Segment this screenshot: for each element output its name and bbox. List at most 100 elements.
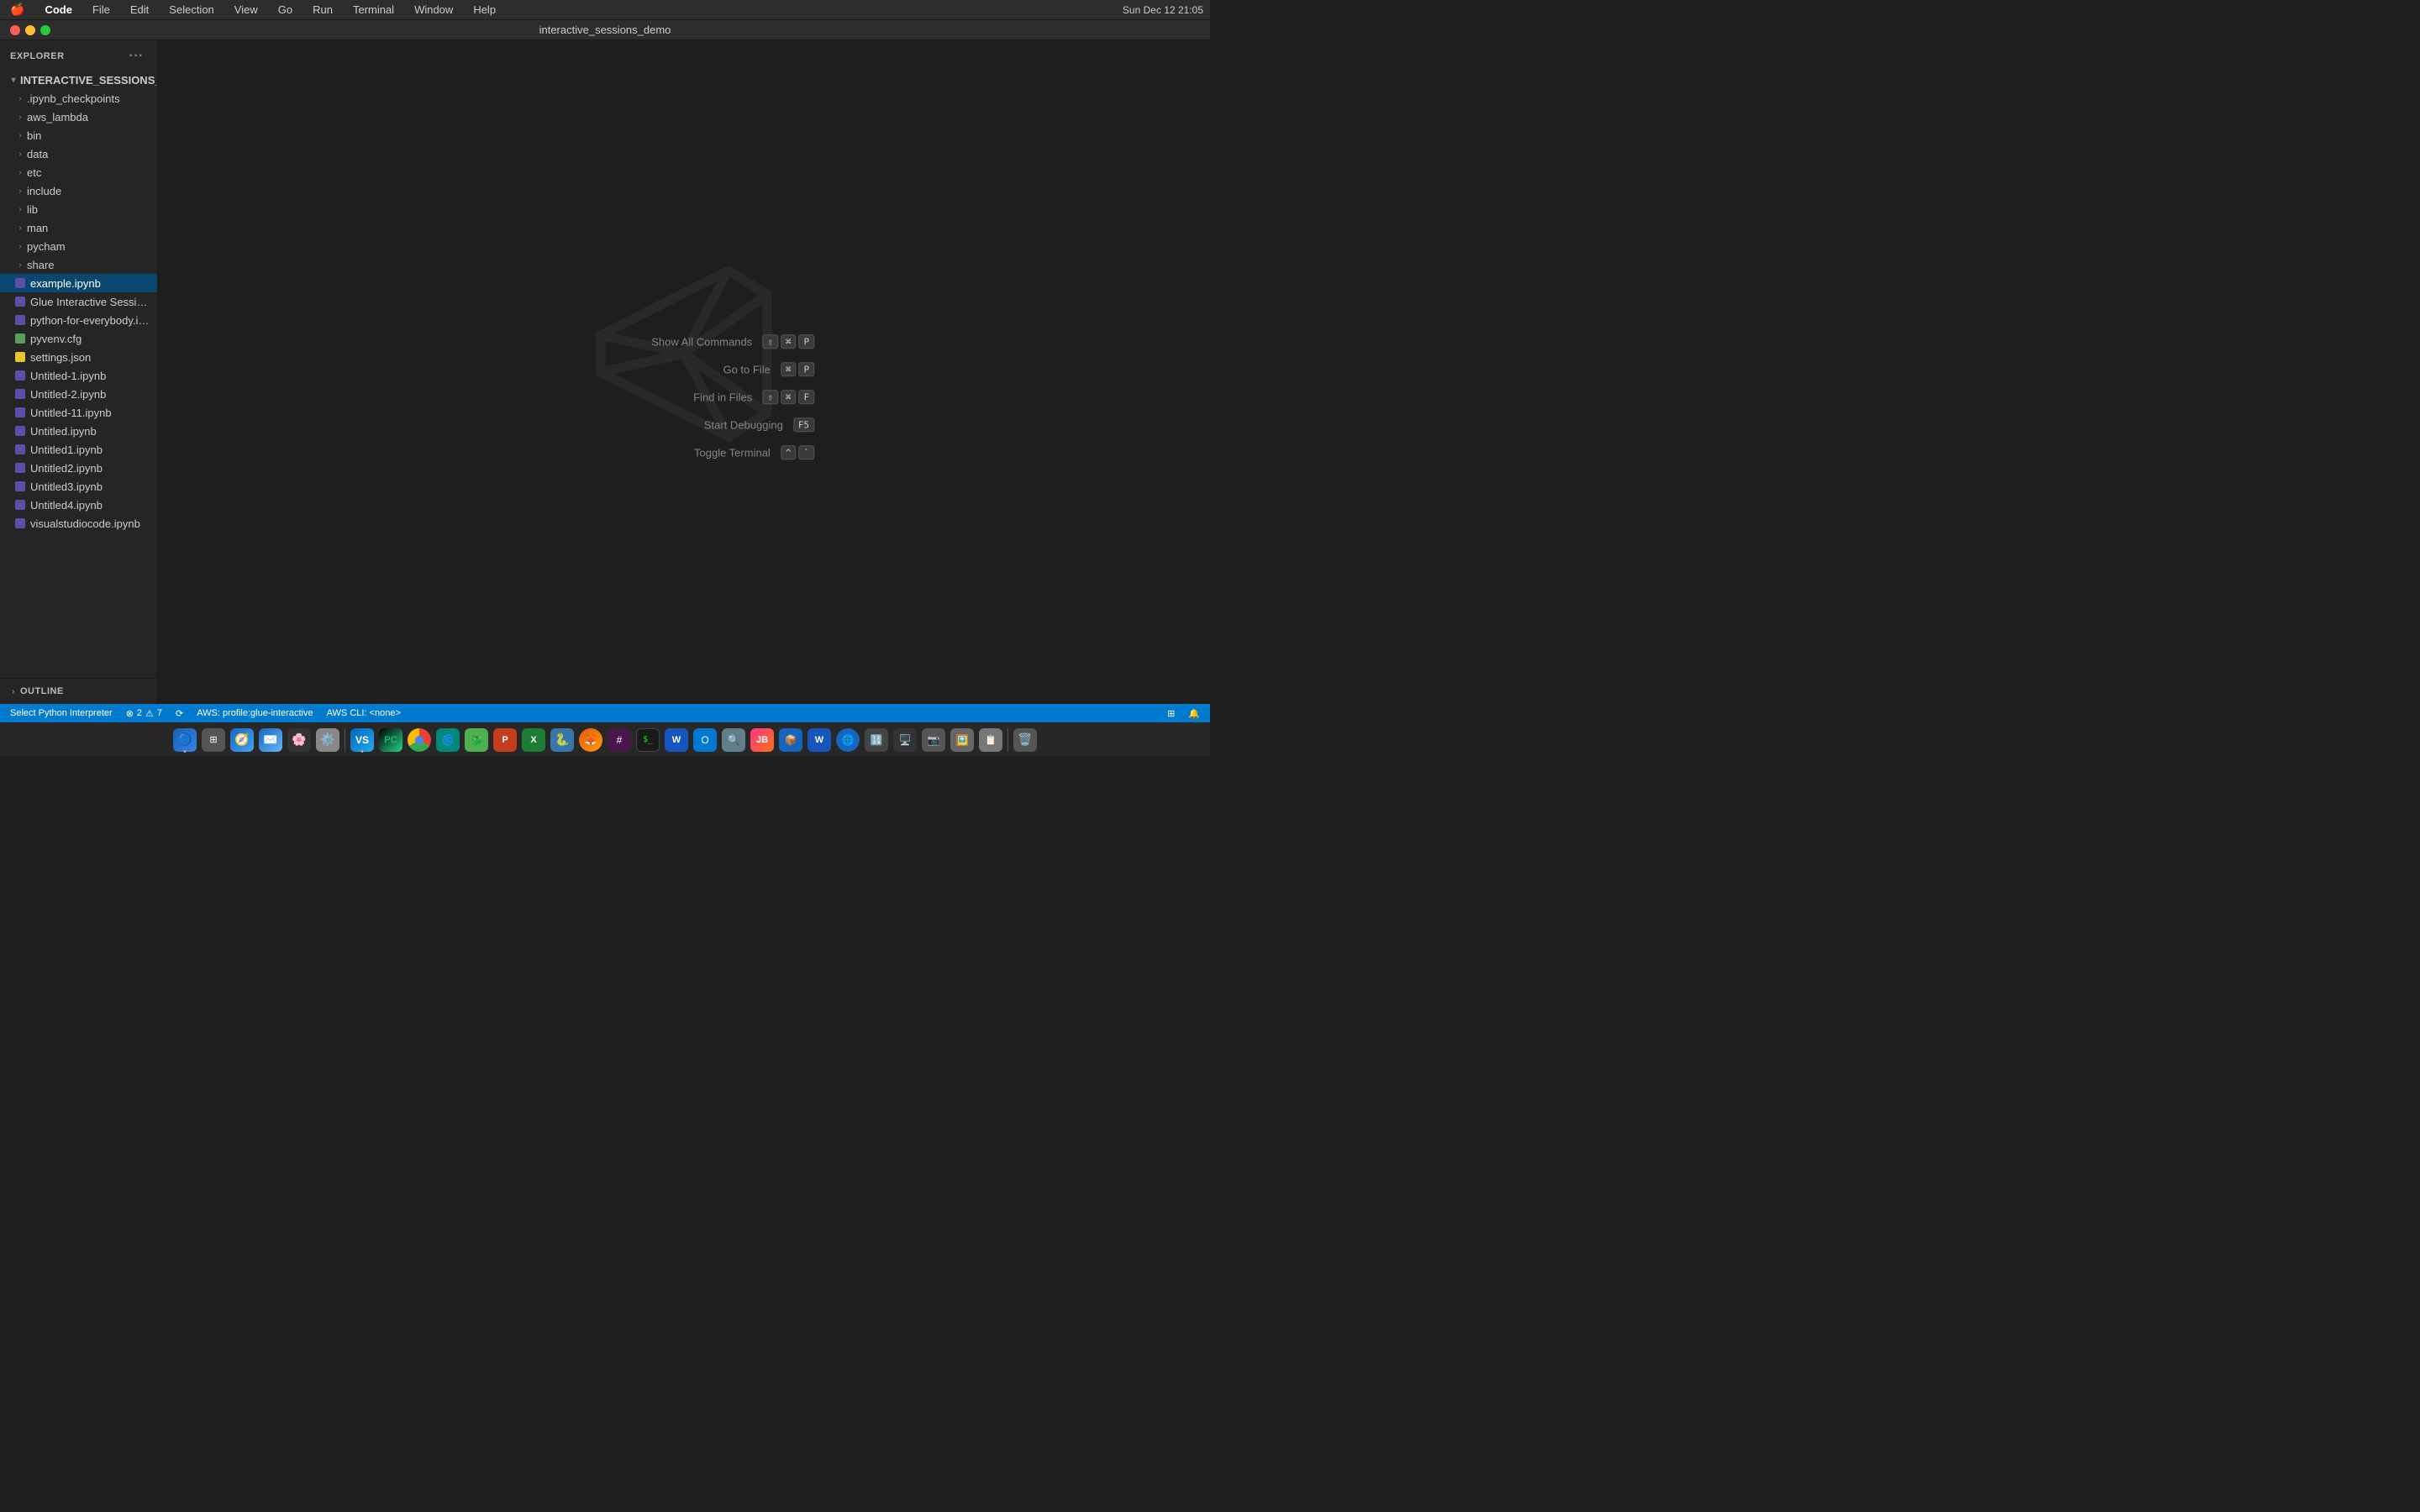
sidebar-item-etc[interactable]: › etc [0,163,157,181]
folder-label: lib [27,203,150,216]
kbd-p: P [798,334,814,349]
sidebar-item-untitled4[interactable]: Untitled4.ipynb [0,496,157,514]
sidebar-item-glue-session[interactable]: Glue Interactive Session.ipynb [0,292,157,311]
errors-status[interactable]: ⊗ 2 ⚠ 7 [123,708,166,719]
sidebar-item-untitled1[interactable]: Untitled1.ipynb [0,440,157,459]
menu-edit[interactable]: Edit [127,2,152,18]
file-label: Untitled1.ipynb [30,444,150,456]
dock-slack[interactable]: # [606,727,633,753]
sidebar-item-untitled-2[interactable]: Untitled-2.ipynb [0,385,157,403]
menu-run[interactable]: Run [309,2,336,18]
notebook-icon [13,498,27,512]
kbd-cmd: ⌘ [781,362,797,376]
kbd-shift: ⇧ [762,334,778,349]
dock-chrome[interactable] [406,727,433,753]
sidebar-item-man[interactable]: › man [0,218,157,237]
apple-menu[interactable]: 🍎 [7,1,28,18]
dock-screenshot[interactable]: 📷 [920,727,947,753]
dock-virtualbox[interactable]: 📦 [777,727,804,753]
sidebar-item-untitled-1[interactable]: Untitled-1.ipynb [0,366,157,385]
folder-label: pycham [27,240,150,253]
dock-mail[interactable]: ✉️ [257,727,284,753]
dock-system-prefs[interactable]: ⚙️ [314,727,341,753]
dock-python[interactable]: 🐍 [549,727,576,753]
sidebar-root-folder[interactable]: ▾ INTERACTIVE_SESSIONS_DEMO [0,71,157,89]
sidebar-item-include[interactable]: › include [0,181,157,200]
sidebar-item-untitled3[interactable]: Untitled3.ipynb [0,477,157,496]
file-label: Untitled2.ipynb [30,462,150,475]
dock-finder2[interactable]: 🔍 [720,727,747,753]
titlebar: interactive_sessions_demo [0,20,1210,40]
dock-safari[interactable]: 🧭 [229,727,255,753]
menu-help[interactable]: Help [470,2,499,18]
sidebar-item-ipynb-checkpoints[interactable]: › .ipynb_checkpoints [0,89,157,108]
bell-icon: 🔔 [1188,708,1200,719]
dock-calculator[interactable]: 🔢 [863,727,890,753]
remote-icon-status[interactable]: ⊞ [1164,708,1178,719]
sidebar-item-aws-lambda[interactable]: › aws_lambda [0,108,157,126]
remote-icon: ⊞ [1167,708,1175,719]
dock-trash[interactable]: 🗑️ [1012,727,1039,753]
kbd-group-find-files: ⇧ ⌘ F [762,390,814,404]
dock-powerpoint[interactable]: P [492,727,518,753]
dock-browser[interactable]: 🌐 [834,727,861,753]
sidebar-item-vscode[interactable]: visualstudiocode.ipynb [0,514,157,533]
sidebar-item-lib[interactable]: › lib [0,200,157,218]
dock-clipboard[interactable]: 📋 [977,727,1004,753]
notebook-icon [13,295,27,308]
menu-selection[interactable]: Selection [166,2,217,18]
dock-excel[interactable]: X [520,727,547,753]
maximize-button[interactable] [40,25,50,35]
menu-go[interactable]: Go [275,2,296,18]
file-label: Untitled-11.ipynb [30,407,150,419]
sidebar-item-python-everybody[interactable]: python-for-everybody.ipynb [0,311,157,329]
menu-code[interactable]: Code [41,2,76,18]
sidebar-item-pyvenv-cfg[interactable]: pyvenv.cfg [0,329,157,348]
sidebar-item-pycham[interactable]: › pycham [0,237,157,255]
sidebar-more-button[interactable]: ··· [126,47,147,66]
traffic-lights [10,25,50,35]
sidebar-item-untitled2[interactable]: Untitled2.ipynb [0,459,157,477]
dock-photos[interactable]: 🌸 [286,727,313,753]
aws-profile-status[interactable]: AWS: profile:glue-interactive [193,708,316,718]
dock-pycharm[interactable]: PC [377,727,404,753]
notification-status[interactable]: 🔔 [1185,708,1203,719]
sidebar-item-example-ipynb[interactable]: example.ipynb [0,274,157,292]
aws-cli-status[interactable]: AWS CLI: <none> [324,708,404,718]
minimize-button[interactable] [25,25,35,35]
outline-section[interactable]: › OUTLINE [0,682,157,701]
dock-outlook[interactable]: O [692,727,718,753]
cmd-go-to-file: Go to File ⌘ P [651,362,814,376]
sidebar-item-untitled-11[interactable]: Untitled-11.ipynb [0,403,157,422]
dock-vscode[interactable]: VS [349,727,376,753]
cmd-label-terminal: Toggle Terminal [694,446,771,459]
sync-status[interactable]: ⟳ [172,708,187,719]
dock-app1[interactable]: 🌀 [434,727,461,753]
python-interpreter-label: Select Python Interpreter [10,708,113,718]
cmd-toggle-terminal: Toggle Terminal ^ ` [651,445,814,459]
dock-photoviewer[interactable]: 🖼️ [949,727,976,753]
menu-window[interactable]: Window [411,2,456,18]
dock-app2[interactable]: 🐉 [463,727,490,753]
sidebar-item-share[interactable]: › share [0,255,157,274]
dock: 🔵 ⊞ 🧭 ✉️ 🌸 ⚙️ VS PC 🌀 🐉 [0,722,1210,756]
close-button[interactable] [10,25,20,35]
menu-file[interactable]: File [89,2,113,18]
dock-word[interactable]: W [663,727,690,753]
sidebar-item-data[interactable]: › data [0,144,157,163]
menu-view[interactable]: View [231,2,261,18]
folder-label: share [27,259,150,271]
dock-launchpad[interactable]: ⊞ [200,727,227,753]
dock-screenrecord[interactable]: 🖥️ [892,727,918,753]
menu-terminal[interactable]: Terminal [350,2,397,18]
sidebar-item-bin[interactable]: › bin [0,126,157,144]
dock-jetbrains[interactable]: JB [749,727,776,753]
python-interpreter-status[interactable]: Select Python Interpreter [7,708,116,718]
menubar: 🍎 Code File Edit Selection View Go Run T… [0,0,1210,20]
dock-terminal[interactable]: $_ [634,727,661,753]
sidebar-item-untitled[interactable]: Untitled.ipynb [0,422,157,440]
dock-word2[interactable]: W [806,727,833,753]
sidebar-item-settings-json[interactable]: settings.json [0,348,157,366]
dock-finder[interactable]: 🔵 [171,727,198,753]
dock-firefox[interactable]: 🦊 [577,727,604,753]
